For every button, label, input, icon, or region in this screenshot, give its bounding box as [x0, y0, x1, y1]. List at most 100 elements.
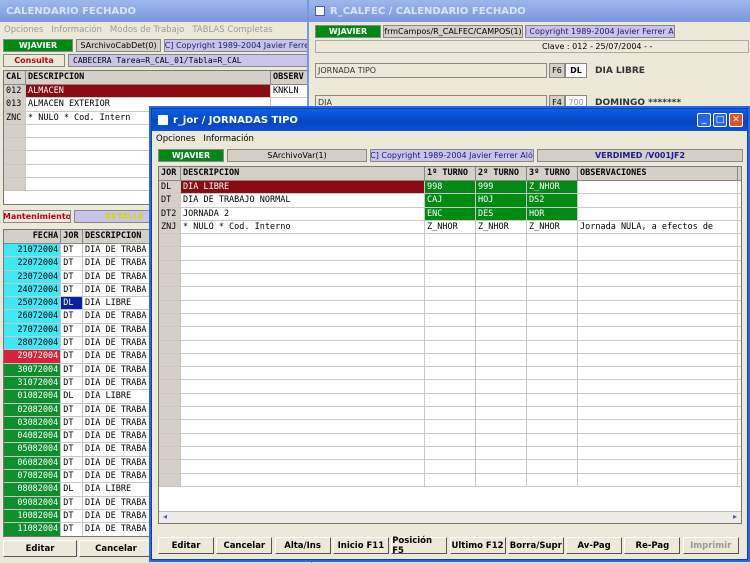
jor-user-badge: WJAVIER: [158, 149, 224, 162]
empty-row: [159, 420, 741, 434]
consulta-tab[interactable]: Consulta: [3, 54, 65, 67]
calendario-menubar: Opciones Información Modos de Trabajo TA…: [0, 22, 311, 38]
table-row[interactable]: 23072004 DT DIA DE TRABA: [4, 270, 162, 284]
cabecera-grid-header: CAL DESCRIPCION OBSERV: [4, 71, 311, 85]
table-row[interactable]: 05082004 DT DIA DE TRABA: [4, 443, 162, 457]
table-row[interactable]: 11082004 DT DIA DE TRABA: [4, 523, 162, 536]
calfec-window: R_CALFEC / CALENDARIO FECHADO WJAVIER fr…: [307, 0, 750, 120]
borra-supr-button[interactable]: Borra/Supr: [507, 537, 564, 554]
cancelar-button[interactable]: Cancelar: [79, 540, 153, 557]
jornada-code-input[interactable]: DL: [565, 63, 587, 78]
menu-opciones[interactable]: Opciones: [4, 25, 43, 35]
table-row[interactable]: 24072004 DT DIA DE TRABA: [4, 283, 162, 298]
jornadas-window: r_jor / JORNADAS TIPO _ □ ✕ Opciones Infor…: [151, 108, 748, 560]
maximize-icon[interactable]: □: [713, 113, 727, 127]
empty-row: [159, 380, 741, 394]
scroll-left-icon[interactable]: ◂: [159, 512, 171, 523]
empty-row: [159, 247, 741, 261]
empty-row: [159, 340, 741, 354]
col-cal: CAL: [4, 71, 26, 84]
editar-button[interactable]: Editar: [158, 537, 214, 554]
table-row[interactable]: 26072004 DT DIA DE TRABA: [4, 310, 162, 324]
empty-row: [159, 300, 741, 314]
jor-archivo-label: SArchivoVar(1): [227, 149, 367, 162]
editar-button[interactable]: Editar: [3, 540, 77, 557]
jornada-desc: DIA LIBRE: [595, 66, 645, 76]
detalle-grid-header: FECHA JOR DESCRIPCION: [4, 230, 162, 244]
menu-informacion[interactable]: Información: [203, 134, 254, 144]
re-pag-button[interactable]: Re-Pag: [624, 537, 681, 554]
table-row[interactable]: 25072004 DL DIA LIBRE: [4, 297, 162, 311]
empty-row: [159, 393, 741, 408]
empty-row: [159, 473, 741, 487]
minimize-icon[interactable]: _: [697, 113, 711, 127]
calfec-title: R_CALFEC / CALENDARIO FECHADO: [309, 0, 750, 22]
table-row[interactable]: 29072004 DT DIA DE TRABA: [4, 350, 162, 364]
empty-row: [159, 367, 741, 381]
table-row[interactable]: 10082004 DT DIA DE TRABA: [4, 509, 162, 524]
table-row[interactable]: DT DIA DE TRABAJO NORMAL CAJ HOJ DS2: [159, 194, 741, 208]
empty-row: [159, 313, 741, 328]
table-row[interactable]: 21072004 DT DIA DE TRABA: [4, 244, 162, 258]
table-row[interactable]: 09082004 DT DIA DE TRABA: [4, 496, 162, 510]
empty-row: [159, 234, 741, 248]
table-row[interactable]: 02082004 DT DIA DE TRABA: [4, 403, 162, 417]
detalle-body: 21072004 DT DIA DE TRABA 22072004 DT DIA DE T…: [4, 244, 162, 536]
menu-informacion[interactable]: Información: [51, 25, 102, 35]
table-row[interactable]: 06082004 DT DIA DE TRABA: [4, 456, 162, 471]
jornada-tipo-field: JORNADA TIPO: [315, 63, 547, 78]
alta-ins-button[interactable]: Alta/Ins: [274, 537, 331, 554]
posicion-button[interactable]: Posición F5: [391, 536, 448, 556]
window-icon: [158, 114, 168, 125]
empty-row: [159, 433, 741, 447]
close-icon[interactable]: ✕: [729, 113, 743, 127]
table-row[interactable]: 30072004 DT DIA DE TRABA: [4, 363, 162, 377]
table-row[interactable]: DT2 JORNADA 2 ENC DES HOR: [159, 207, 741, 221]
empty-row: [159, 407, 741, 421]
table-row[interactable]: 04082004 DT DIA DE TRABA: [4, 430, 162, 444]
table-row[interactable]: DL DIA LIBRE 998 999 Z_NHOR: [159, 181, 741, 195]
table-row[interactable]: 03082004 DT DIA DE TRABA: [4, 416, 162, 431]
empty-row: [159, 460, 741, 474]
detalle-grid: FECHA JOR DESCRIPCION 21072004 DT DIA DE T…: [3, 229, 163, 537]
jor-copyright: [C] Copyright 1989-2004 Javier Ferrer Al…: [370, 149, 534, 162]
scroll-right-icon[interactable]: ▸: [729, 512, 741, 523]
cancelar-button[interactable]: Cancelar: [216, 537, 273, 554]
menu-tablas[interactable]: TABLAS Completas: [192, 25, 272, 35]
table-row[interactable]: ZNJ * NULO * Cod. Interno Z_NHOR Z_NHOR Z_NH…: [159, 220, 741, 235]
copyright-label: [C] Copyright 1989-2004 Javier Ferrer: [164, 39, 310, 52]
empty-row: [159, 327, 741, 341]
col-observ: OBSERV: [271, 71, 311, 84]
table-row[interactable]: 07082004 DT DIA DE TRABA: [4, 470, 162, 484]
table-row[interactable]: 01082004 DL DIA LIBRE: [4, 390, 162, 404]
inicio-button[interactable]: Inicio F11: [332, 537, 389, 554]
table-row[interactable]: 22072004 DT DIA DE TRABA: [4, 257, 162, 271]
empty-row: [159, 260, 741, 275]
calfec-user-badge: WJAVIER: [315, 25, 381, 38]
calfec-copyright: [C] Copyright 1989-2004 Javier Ferrer Al…: [525, 25, 675, 38]
mantenimiento-tab[interactable]: Mantenimiento: [3, 210, 71, 223]
jornadas-body: DL DIA LIBRE 998 999 Z_NHOR DT DIA DE TRABAJO …: [159, 181, 741, 487]
empty-row: [159, 353, 741, 368]
dia-desc: DOMINGO *******: [595, 98, 682, 108]
calendario-title: CALENDARIO FECHADO: [0, 0, 311, 22]
av-pag-button[interactable]: Av-Pag: [566, 537, 623, 554]
cabecera-label: CABECERA Tarea=R_CAL_01/Tabla=R_CAL: [68, 54, 311, 67]
user-badge: WJAVIER: [3, 39, 73, 52]
verdimed-label: VERDIMED /V001JF2: [537, 149, 743, 162]
ultimo-button[interactable]: Ultimo F12: [449, 537, 506, 554]
menu-modos[interactable]: Modos de Trabajo: [110, 25, 184, 35]
window-icon: [315, 6, 325, 16]
table-row[interactable]: 08082004 DL DIA LIBRE: [4, 483, 162, 497]
horizontal-scrollbar[interactable]: ◂ ▸: [159, 511, 741, 523]
table-row[interactable]: 012 ALMACEN KNKLN: [4, 85, 311, 99]
imprimir-button[interactable]: Imprimir: [682, 537, 739, 554]
jornadas-grid-header: JOR DESCRIPCION 1º TURNO 2º TURNO 3º TUR…: [159, 167, 741, 181]
table-row[interactable]: 28072004 DT DIA DE TRABA: [4, 337, 162, 351]
table-row[interactable]: 27072004 DT DIA DE TRABA: [4, 323, 162, 338]
jornadas-title: r_jor / JORNADAS TIPO _ □ ✕: [152, 109, 747, 131]
menu-opciones[interactable]: Opciones: [156, 134, 195, 144]
calfec-campos-label: frmCampos/R_CALFEC/CAMPOS(1): [383, 25, 523, 38]
table-row[interactable]: 31072004 DT DIA DE TRABA: [4, 376, 162, 391]
f6-key[interactable]: F6: [549, 63, 565, 78]
